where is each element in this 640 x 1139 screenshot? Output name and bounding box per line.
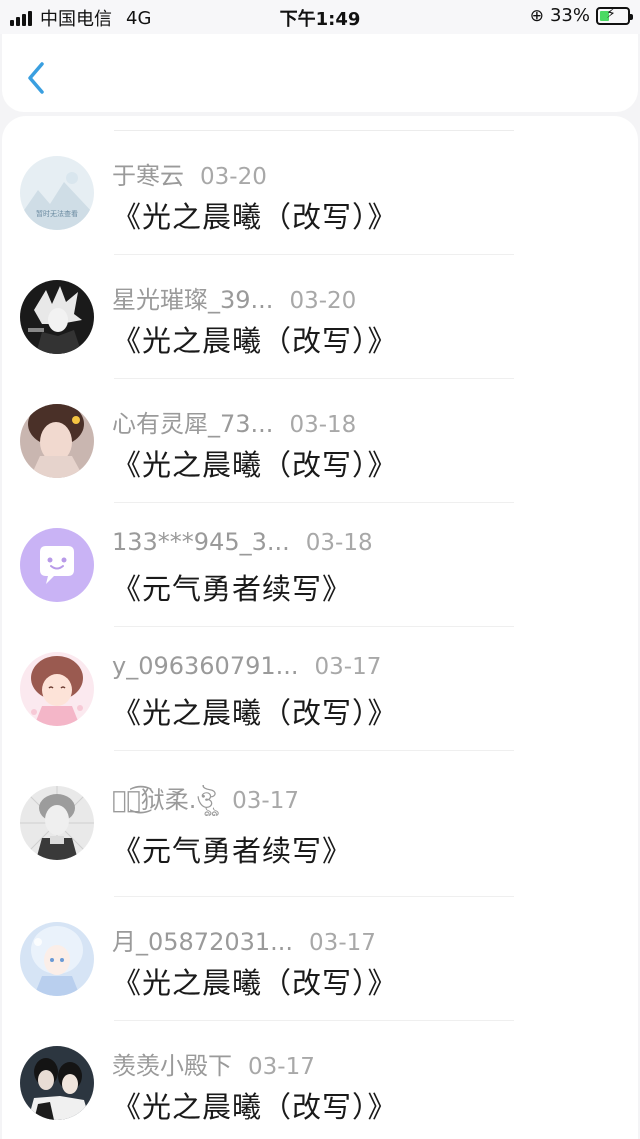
user-name: 133***945_3...	[112, 528, 290, 556]
orientation-lock-icon: ⊕	[529, 5, 544, 26]
post-title: 《光之晨曦（改写）》	[112, 200, 398, 234]
user-name: y_096360791...	[112, 652, 299, 680]
post-title: 《元气勇者续写》	[112, 572, 353, 606]
user-list: 暂时无法查看 于寒云 03-20 《光之晨曦（改写）》 星光璀璨_39... 03-…	[2, 116, 638, 1139]
post-date: 03-17	[314, 654, 382, 680]
post-title: 《光之晨曦（改写）》	[112, 1090, 398, 1124]
post-title: 《光之晨曦（改写）》	[112, 966, 398, 1000]
chevron-left-icon	[28, 62, 44, 94]
battery-icon: ⚡	[596, 6, 633, 25]
user-name: 月_05872031...	[112, 928, 294, 956]
post-date: 03-18	[305, 530, 373, 556]
post-date: 03-17	[309, 930, 376, 956]
nav-bar	[2, 34, 638, 112]
post-date: 03-17	[248, 1054, 315, 1080]
divider	[114, 130, 514, 131]
avatar	[20, 922, 94, 996]
avatar	[20, 404, 94, 478]
back-button[interactable]	[22, 58, 52, 98]
post-title: 《光之晨曦（改写）》	[112, 448, 398, 482]
avatar	[20, 1046, 94, 1120]
status-right: ⊕ 33% ⚡	[529, 5, 633, 26]
avatar: 暂时无法查看	[20, 156, 94, 230]
avatar	[20, 652, 94, 726]
status-bar: 中国电信 4G 下午1:49 ⊕ 33% ⚡	[0, 0, 640, 34]
user-name: 羡羡小殿下	[112, 1052, 232, 1080]
svg-text:暂时无法查看: 暂时无法查看	[36, 209, 78, 218]
post-date: 03-20	[200, 164, 267, 190]
post-title: 《光之晨曦（改写）》	[112, 324, 398, 358]
divider	[114, 896, 514, 897]
user-name: ঔৣ͜͡狱柔.ঔৣ	[112, 786, 217, 814]
post-title: 《光之晨曦（改写）》	[112, 696, 398, 730]
avatar	[20, 528, 94, 602]
divider	[114, 502, 514, 503]
divider	[114, 1020, 514, 1021]
user-name: 于寒云	[112, 162, 184, 190]
divider	[114, 750, 514, 751]
post-date: 03-20	[289, 288, 357, 314]
user-name: 心有灵犀_73...	[112, 410, 274, 438]
divider	[114, 254, 514, 255]
battery-percent: 33%	[549, 5, 590, 26]
divider	[114, 378, 514, 379]
user-name: 星光璀璨_39...	[112, 286, 274, 314]
divider	[114, 626, 514, 627]
avatar	[20, 786, 94, 860]
post-date: 03-18	[289, 412, 357, 438]
avatar	[20, 280, 94, 354]
post-date: 03-17	[232, 788, 299, 814]
post-title: 《元气勇者续写》	[112, 834, 353, 868]
